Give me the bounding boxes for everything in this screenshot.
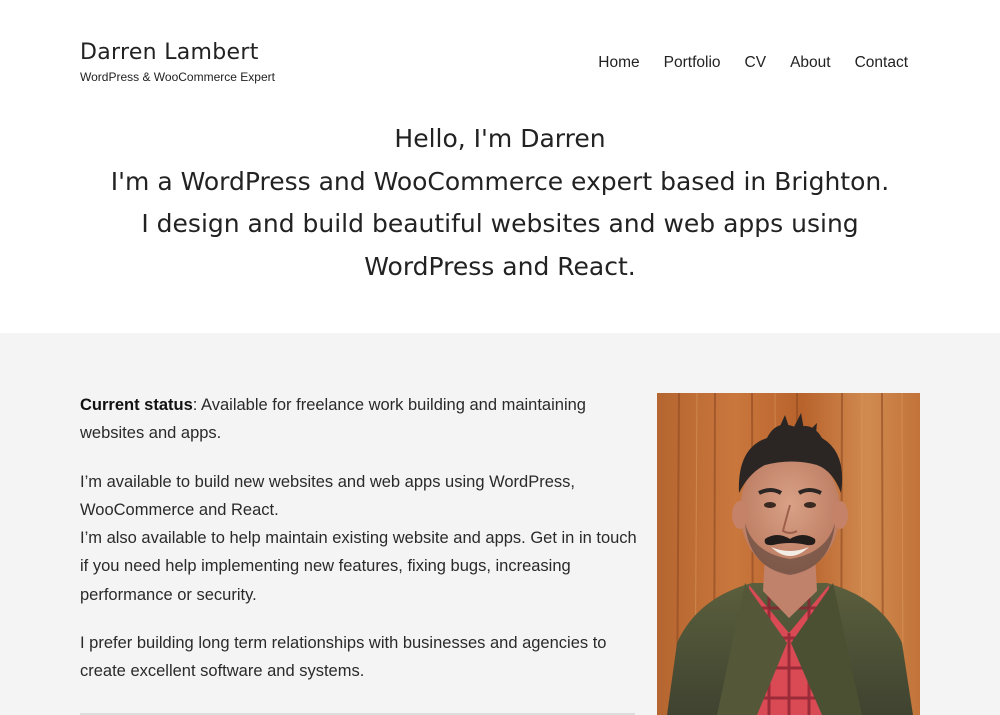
availability-maintain: I’m also available to help maintain exis… bbox=[80, 529, 637, 604]
hero-line-3: I design and build beautiful websites an… bbox=[141, 209, 859, 238]
page: Darren Lambert WordPress & WooCommerce E… bbox=[0, 0, 1000, 715]
profile-photo bbox=[657, 393, 920, 715]
site-tagline: WordPress & WooCommerce Expert bbox=[80, 70, 275, 84]
nav-item-cv[interactable]: CV bbox=[745, 52, 767, 74]
hero-greeting: Hello, I'm Darren bbox=[394, 124, 606, 153]
availability-build: I’m available to build new websites and … bbox=[80, 472, 575, 519]
hero-line-4: WordPress and React. bbox=[364, 251, 636, 281]
status-paragraph: Current status: Available for freelance … bbox=[80, 391, 640, 448]
intro-text: Current status: Available for freelance … bbox=[80, 391, 640, 706]
main-nav: Home Portfolio CV About Contact bbox=[574, 52, 908, 74]
relationships-paragraph: I prefer building long term relationship… bbox=[80, 634, 607, 681]
status-label: Current status bbox=[80, 396, 193, 414]
hero: Hello, I'm Darren I'm a WordPress and Wo… bbox=[0, 118, 1000, 288]
intro-section: Current status: Available for freelance … bbox=[0, 333, 1000, 715]
nav-item-portfolio[interactable]: Portfolio bbox=[664, 52, 721, 74]
site-header: Darren Lambert WordPress & WooCommerce E… bbox=[0, 0, 1000, 110]
site-title[interactable]: Darren Lambert bbox=[80, 38, 275, 68]
hero-line-2: I'm a WordPress and WooCommerce expert b… bbox=[110, 166, 890, 196]
availability-paragraph: I’m available to build new websites and … bbox=[80, 468, 640, 609]
brand: Darren Lambert WordPress & WooCommerce E… bbox=[80, 38, 275, 85]
nav-item-home[interactable]: Home bbox=[598, 52, 639, 74]
nav-item-contact[interactable]: Contact bbox=[855, 52, 908, 74]
nav-item-about[interactable]: About bbox=[790, 52, 831, 74]
